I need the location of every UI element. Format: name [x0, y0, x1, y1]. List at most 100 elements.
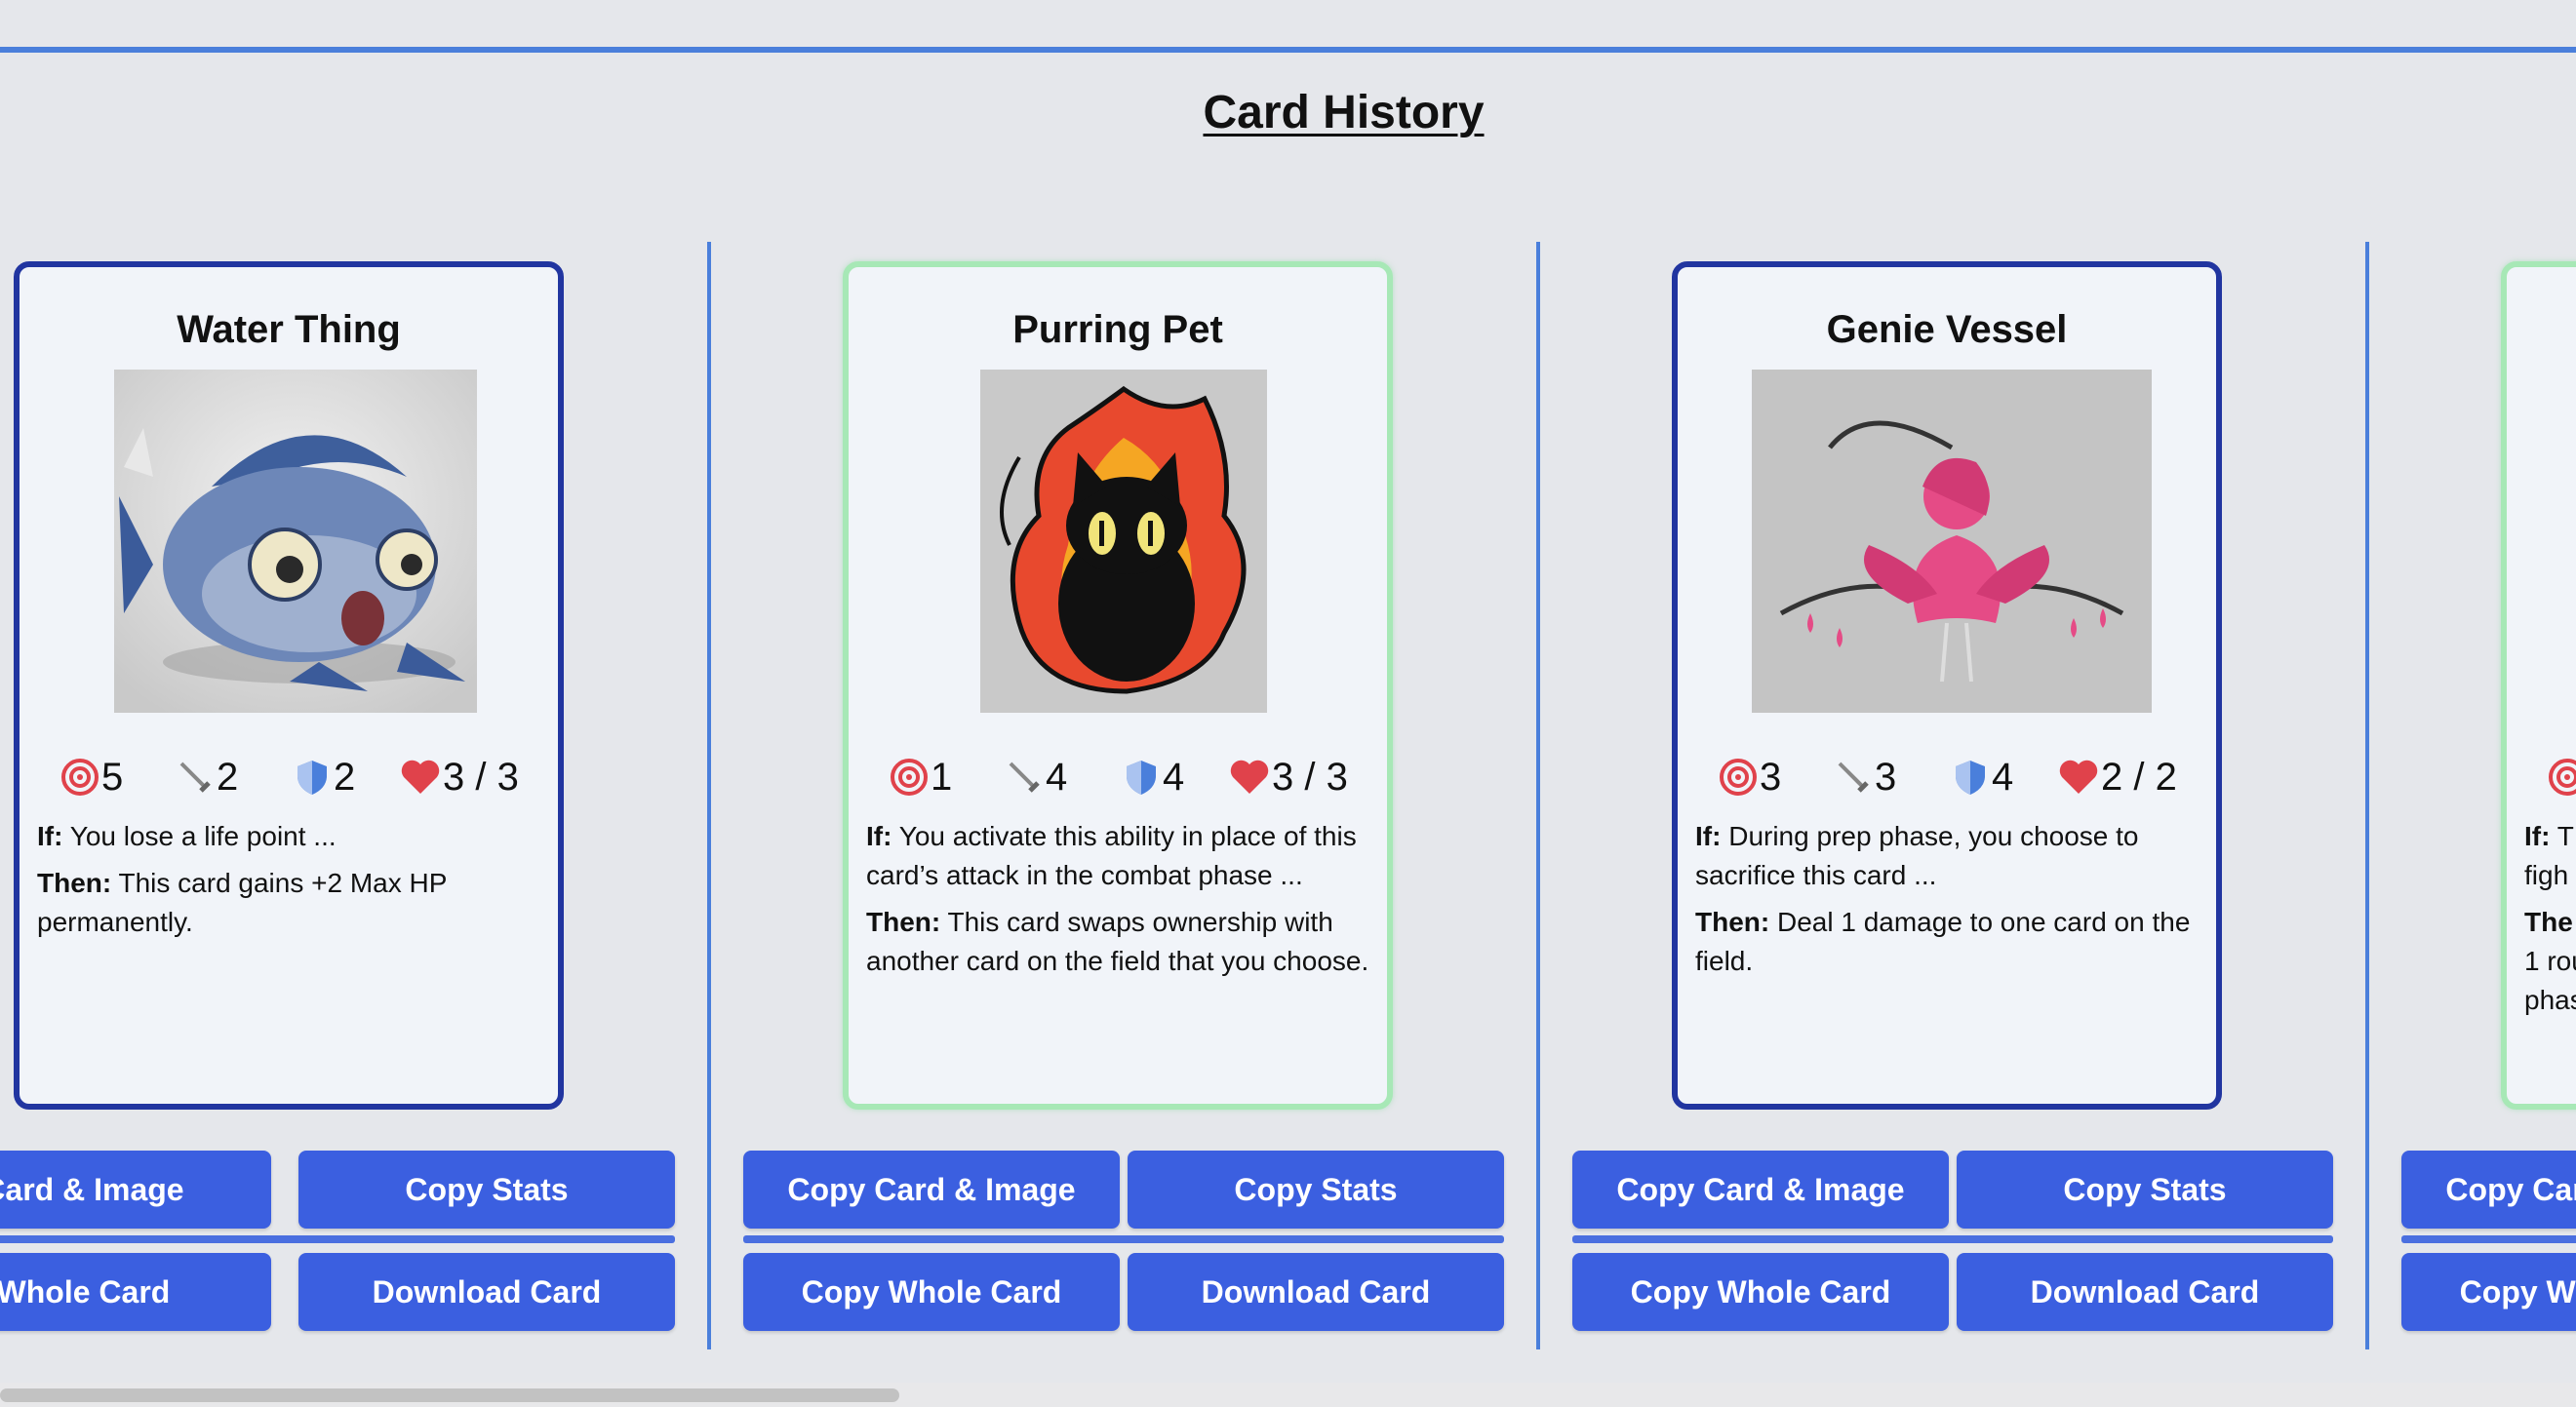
if-clause: If: During prep phase, you choose to sac…	[1695, 817, 2212, 895]
heart-icon	[401, 760, 440, 794]
card-stats: 3 3 4 2 / 2	[1678, 753, 2216, 801]
if-text: You activate this ability in place of th…	[866, 821, 1357, 890]
shield-icon	[1127, 761, 1156, 795]
target-icon	[61, 759, 99, 796]
then-clause: Then: This card gains +2 Max HP permanen…	[37, 864, 554, 942]
attack-stat: 2	[176, 753, 238, 801]
top-rule	[0, 47, 2576, 53]
health-stat: 3 / 3	[400, 753, 519, 801]
card[interactable]: Water Thing 5 2 2 3 / 3 If: You lose a l…	[14, 261, 564, 1110]
range-stat: 1	[890, 753, 952, 801]
defense-value: 4	[1992, 755, 2014, 799]
button-separator	[2401, 1235, 2576, 1243]
card-history-scroller[interactable]: Water Thing 5 2 2 3 / 3 If: You lose a l…	[0, 234, 2576, 1355]
card-column: Water Thing 5 2 2 3 / 3 If: You lose a l…	[0, 234, 813, 1355]
copy-card-image-button[interactable]: Copy Card & Image	[743, 1151, 1120, 1229]
copy-stats-button[interactable]: Copy Stats	[298, 1151, 675, 1229]
range-value: 1	[931, 755, 953, 799]
sword-icon	[179, 762, 211, 793]
shield-icon	[1956, 761, 1985, 795]
copy-stats-button[interactable]: Copy Stats	[1957, 1151, 2333, 1229]
range-value: 5	[101, 755, 124, 799]
range-stat	[2548, 753, 2576, 801]
button-separator	[0, 1235, 675, 1243]
fire-cat-illustration	[980, 370, 1267, 713]
download-card-button[interactable]: Download Card	[298, 1253, 675, 1331]
defense-stat: 4	[1122, 753, 1184, 801]
attack-value: 4	[1046, 755, 1068, 799]
card-name: Water Thing	[177, 308, 401, 351]
if-label: If:	[866, 821, 892, 851]
copy-card-image-button[interactable]: Copy Card & Image	[2401, 1151, 2576, 1229]
card-ability: If: You activate this ability in place o…	[866, 817, 1383, 989]
if-label: If:	[2524, 821, 2551, 851]
copy-card-image-button[interactable]: Copy Card & Image	[1572, 1151, 1949, 1229]
health-stat: 2 / 2	[2058, 753, 2177, 801]
card[interactable]: Genie Vessel 3 3 4 2 / 2 If: During prep…	[1672, 261, 2222, 1110]
health-value: 3 / 3	[443, 755, 519, 799]
then-text: This card swaps ownership with another c…	[866, 907, 1369, 976]
defense-stat: 4	[1951, 753, 2013, 801]
defense-stat: 2	[293, 753, 355, 801]
copy-whole-card-button[interactable]: Copy Whole Card	[1572, 1253, 1949, 1331]
card-column: If: T figh The 1 rou phas Copy Card & Im…	[2401, 234, 2576, 1355]
copy-card-image-button[interactable]: Copy Card & Image	[0, 1151, 271, 1229]
sword-icon	[1009, 762, 1040, 793]
defense-value: 4	[1163, 755, 1185, 799]
health-value: 3 / 3	[1272, 755, 1348, 799]
target-icon	[1720, 759, 1757, 796]
copy-whole-card-button[interactable]: Copy Whole Card	[0, 1253, 271, 1331]
then-label: Then:	[37, 868, 112, 898]
then-clause: Then: This card swaps ownership with ano…	[866, 903, 1383, 981]
button-separator	[743, 1235, 1504, 1243]
attack-value: 3	[1875, 755, 1897, 799]
if-text: T	[2550, 821, 2574, 851]
heart-icon	[2059, 760, 2098, 794]
range-value: 3	[1760, 755, 1782, 799]
card-stats: 1 4 4 3 / 3	[849, 753, 1387, 801]
if-continued: figh	[2524, 860, 2569, 890]
if-clause: If: T	[2524, 817, 2576, 856]
column-divider	[707, 242, 711, 1349]
then-continued: phas	[2524, 985, 2576, 1015]
then-text: Deal 1 damage to one card on the field.	[1695, 907, 2191, 976]
card-column: Purring Pet 1 4 4 3 / 3 If: You activate…	[743, 234, 1643, 1355]
then-label: Then:	[866, 907, 941, 937]
target-icon	[2549, 759, 2576, 796]
range-stat: 3	[1719, 753, 1781, 801]
download-card-button[interactable]: Download Card	[1128, 1253, 1504, 1331]
then-label: Then:	[1695, 907, 1770, 937]
health-value: 2 / 2	[2101, 755, 2177, 799]
if-label: If:	[1695, 821, 1722, 851]
card-stats: 5 2 2 3 / 3	[20, 753, 558, 801]
if-label: If:	[37, 821, 63, 851]
card[interactable]: If: T figh The 1 rou phas	[2501, 261, 2576, 1110]
defense-value: 2	[334, 755, 356, 799]
then-continued: 1 rou	[2524, 946, 2576, 976]
attack-value: 2	[217, 755, 239, 799]
copy-whole-card-button[interactable]: Copy Whole Card	[2401, 1253, 2576, 1331]
card-name: Genie Vessel	[1826, 308, 2068, 351]
column-divider	[2365, 242, 2369, 1349]
if-clause: If: You activate this ability in place o…	[866, 817, 1383, 895]
if-clause: If: You lose a life point ...	[37, 817, 554, 856]
flower-fairy-illustration	[1752, 370, 2152, 713]
button-separator	[1572, 1235, 2333, 1243]
then-label: The	[2524, 907, 2573, 937]
copy-whole-card-button[interactable]: Copy Whole Card	[743, 1253, 1120, 1331]
card[interactable]: Purring Pet 1 4 4 3 / 3 If: You activate…	[843, 261, 1393, 1110]
download-card-button[interactable]: Download Card	[1957, 1253, 2333, 1331]
card-stats	[2507, 753, 2576, 801]
scrollbar-thumb[interactable]	[0, 1388, 899, 1402]
heart-icon	[1230, 760, 1269, 794]
page-title: Card History	[1203, 87, 1485, 138]
then-clause: Then: Deal 1 damage to one card on the f…	[1695, 903, 2212, 981]
card-ability: If: T figh The 1 rou phas	[2524, 817, 2576, 1020]
attack-stat: 4	[1005, 753, 1067, 801]
column-divider	[1536, 242, 1540, 1349]
sword-icon	[1838, 762, 1869, 793]
range-stat: 5	[60, 753, 123, 801]
copy-stats-button[interactable]: Copy Stats	[1128, 1151, 1504, 1229]
fish-illustration	[114, 370, 477, 713]
attack-stat: 3	[1834, 753, 1896, 801]
